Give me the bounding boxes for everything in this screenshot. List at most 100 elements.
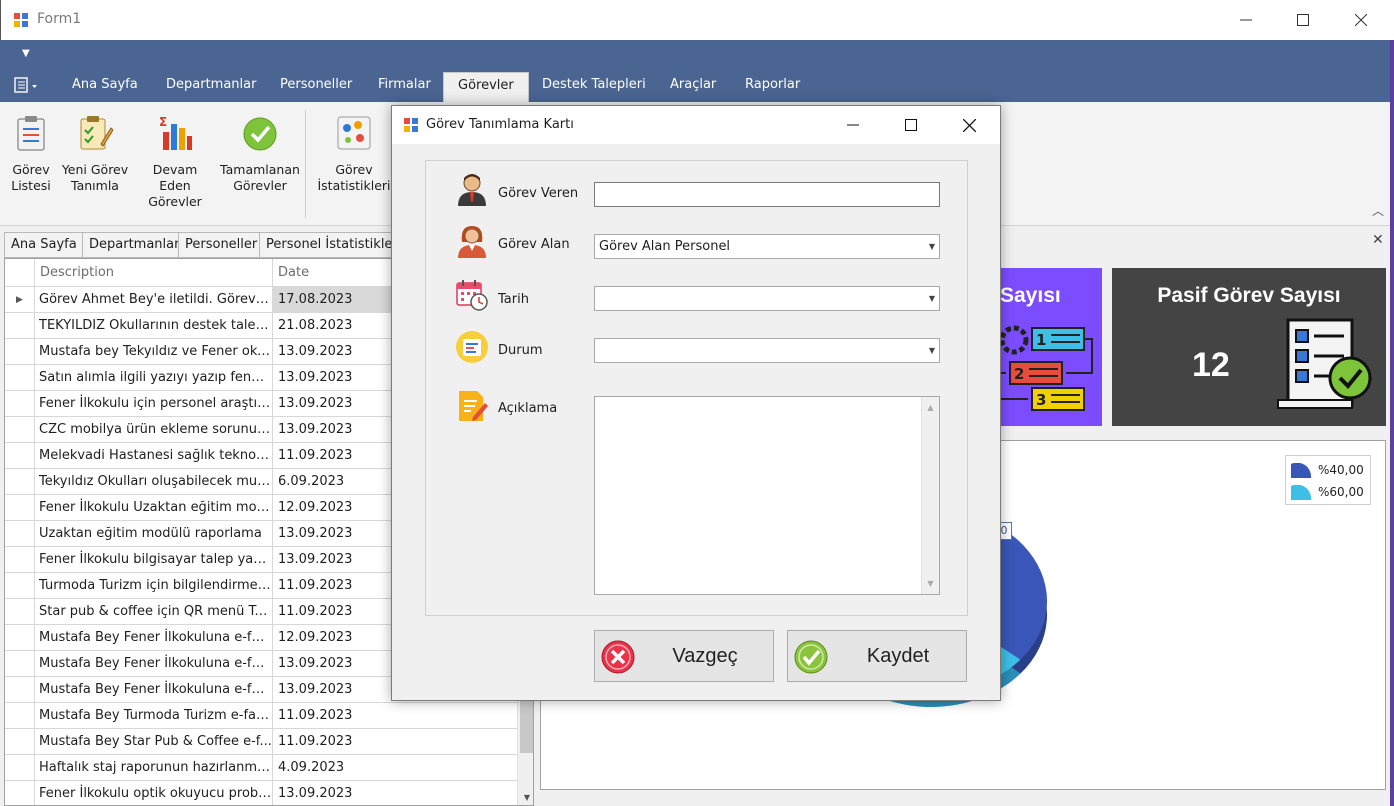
description-cell[interactable]: Fener İlkokulu bilgisayar talep yazısı xyxy=(35,547,273,573)
close-button[interactable] xyxy=(1332,0,1390,40)
description-cell[interactable]: Mustafa Bey Fener İlkokuluna e-fat... xyxy=(35,625,273,651)
row-header[interactable] xyxy=(5,495,35,521)
description-cell[interactable]: Haftalık staj raporunun hazırlanması xyxy=(35,755,273,781)
scroll-down-icon[interactable]: ▼ xyxy=(518,789,533,805)
table-row[interactable]: Mustafa Bey Turmoda Turizm e-fatu... 11.0… xyxy=(5,703,517,729)
scrollbar-thumb[interactable] xyxy=(520,693,533,753)
row-header[interactable] xyxy=(5,339,35,365)
dialog-minimize-button[interactable] xyxy=(824,106,882,144)
description-cell[interactable]: TEKYILDIZ Okullarının destek talebi ç... xyxy=(35,313,273,339)
description-cell[interactable]: Turmoda Turizm için bilgilendirme ve ... xyxy=(35,573,273,599)
minimize-button[interactable] xyxy=(1217,0,1275,40)
row-header[interactable] xyxy=(5,677,35,703)
save-button[interactable]: Kaydet xyxy=(787,630,967,682)
row-header[interactable] xyxy=(5,573,35,599)
devam-eden-gorevler-button[interactable]: Σ Devam Eden Görevler xyxy=(136,114,214,210)
row-header[interactable] xyxy=(5,469,35,495)
dialog-close-button[interactable] xyxy=(940,106,998,144)
description-cell[interactable]: Melekvadi Hastanesi sağlık teknolojil... xyxy=(35,443,273,469)
tab-ana-sayfa[interactable]: Ana Sayfa xyxy=(58,72,152,102)
current-row-indicator-icon[interactable]: ▶ xyxy=(5,287,35,313)
cancel-button[interactable]: Vazgeç xyxy=(594,630,774,682)
row-header[interactable] xyxy=(5,547,35,573)
row-header[interactable] xyxy=(5,703,35,729)
dialog-maximize-button[interactable] xyxy=(882,106,940,144)
row-header[interactable] xyxy=(5,599,35,625)
description-cell[interactable]: Mustafa Bey Star Pub & Coffee e-f... xyxy=(35,729,273,755)
date-cell[interactable]: 4.09.2023 xyxy=(273,755,517,781)
scroll-up-icon[interactable]: ▲ xyxy=(922,399,939,416)
close-document-icon[interactable]: ✕ xyxy=(1372,232,1384,248)
doc-tab-ana-sayfa[interactable]: Ana Sayfa xyxy=(4,232,84,258)
collapse-ribbon-icon[interactable]: ︿ xyxy=(1372,202,1384,219)
tab-gorevler[interactable]: Görevler xyxy=(443,72,529,102)
gorev-veren-input[interactable] xyxy=(594,182,940,207)
date-cell[interactable]: 11.09.2023 xyxy=(273,703,517,729)
row-header[interactable] xyxy=(5,417,35,443)
chevron-down-icon[interactable]: ▼ xyxy=(929,287,935,310)
table-row[interactable]: Haftalık staj raporunun hazırlanması 4.09… xyxy=(5,755,517,781)
yeni-gorev-tanimla-button[interactable]: Yeni Görev Tanımla xyxy=(60,114,130,194)
table-row[interactable]: Mustafa Bey Star Pub & Coffee e-f... 11.0… xyxy=(5,729,517,755)
description-cell[interactable]: Mustafa bey Tekyıldız ve Fener okull... xyxy=(35,339,273,365)
chevron-down-icon[interactable]: ▼ xyxy=(929,339,935,362)
row-header[interactable] xyxy=(5,755,35,781)
column-description[interactable]: Description xyxy=(35,259,273,287)
description-cell[interactable]: CZC mobilya ürün ekleme sorunuyla ... xyxy=(35,417,273,443)
maximize-button[interactable] xyxy=(1274,0,1332,40)
window-titlebar: Form1 xyxy=(0,0,1390,40)
row-header[interactable] xyxy=(5,651,35,677)
row-header[interactable] xyxy=(5,391,35,417)
tamamlanan-gorevler-button[interactable]: Tamamlanan Görevler xyxy=(220,114,300,194)
tab-departmanlar[interactable]: Departmanlar xyxy=(152,72,270,102)
row-header[interactable] xyxy=(5,625,35,651)
quick-access-dropdown-icon[interactable]: ▼ xyxy=(22,48,30,59)
description-cell[interactable]: Satın alımla ilgili yazıyı yazıp fener i… xyxy=(35,365,273,391)
gorev-alan-combobox[interactable]: Görev Alan Personel ▼ xyxy=(594,234,940,259)
row-header[interactable] xyxy=(5,781,35,805)
date-cell[interactable]: 13.09.2023 xyxy=(273,781,517,805)
legend-swatch xyxy=(1291,462,1312,478)
row-header[interactable] xyxy=(5,521,35,547)
tab-raporlar[interactable]: Raporlar xyxy=(731,72,814,102)
close-icon xyxy=(962,118,976,132)
tarih-datepicker[interactable]: ▼ xyxy=(594,286,940,311)
description-cell[interactable]: Mustafa Bey Fener İlkokuluna e-fat... xyxy=(35,677,273,703)
aciklama-textarea[interactable]: ▲ ▼ xyxy=(594,396,940,595)
doc-tab-personeller[interactable]: Personeller xyxy=(178,232,265,258)
doc-tab-departmanlar[interactable]: Departmanlar xyxy=(82,232,187,258)
row-header[interactable] xyxy=(5,313,35,339)
chart-legend: %40,00 %60,00 xyxy=(1285,455,1371,505)
row-header[interactable] xyxy=(5,729,35,755)
description-cell[interactable]: Görev Ahmet Bey'e iletildi. Görev nu... xyxy=(35,287,273,313)
date-cell[interactable]: 11.09.2023 xyxy=(273,729,517,755)
description-cell[interactable]: Tekyıldız Okulları oluşabilecek muhte... xyxy=(35,469,273,495)
description-cell[interactable]: Fener İlkokulu optik okuyucu proble... xyxy=(35,781,273,805)
description-cell[interactable]: Fener İlkokulu Uzaktan eğitim modül... xyxy=(35,495,273,521)
tab-firmalar[interactable]: Firmalar xyxy=(364,72,445,102)
tab-araclar[interactable]: Araçlar xyxy=(656,72,730,102)
description-cell[interactable]: Mustafa Bey Turmoda Turizm e-fatu... xyxy=(35,703,273,729)
durum-combobox[interactable]: ▼ xyxy=(594,338,940,363)
dialog-titlebar: Görev Tanımlama Kartı xyxy=(392,106,1000,144)
gorev-istatistikleri-button[interactable]: Görev İstatistikleri xyxy=(316,114,392,194)
row-header[interactable] xyxy=(5,365,35,391)
scroll-down-icon[interactable]: ▼ xyxy=(922,575,939,592)
tab-destek-talepleri[interactable]: Destek Talepleri xyxy=(528,72,660,102)
dialog-title: Görev Tanımlama Kartı xyxy=(426,117,574,132)
doc-tab-personel-istatistikleri[interactable]: Personel İstatistikleri xyxy=(259,232,409,258)
description-cell[interactable]: Uzaktan eğitim modülü raporlama xyxy=(35,521,273,547)
legend-swatch xyxy=(1291,484,1312,500)
description-cell[interactable]: Star pub & coffee için QR menü Tas... xyxy=(35,599,273,625)
gorev-listesi-button[interactable]: Görev Listesi xyxy=(8,114,54,194)
cancel-button-label: Vazgeç xyxy=(672,645,738,667)
description-cell[interactable]: Mustafa Bey Fener İlkokuluna e-fat... xyxy=(35,651,273,677)
description-cell[interactable]: Fener İlkokulu için personel araştırm... xyxy=(35,391,273,417)
textarea-scrollbar[interactable]: ▲ ▼ xyxy=(921,397,939,594)
bar-chart-sigma-icon: Σ xyxy=(159,115,192,150)
row-header[interactable] xyxy=(5,443,35,469)
table-row[interactable]: Fener İlkokulu optik okuyucu proble... 13… xyxy=(5,781,517,805)
tab-personeller[interactable]: Personeller xyxy=(266,72,366,102)
application-menu-icon[interactable] xyxy=(14,76,44,96)
chevron-down-icon[interactable]: ▼ xyxy=(929,235,935,258)
